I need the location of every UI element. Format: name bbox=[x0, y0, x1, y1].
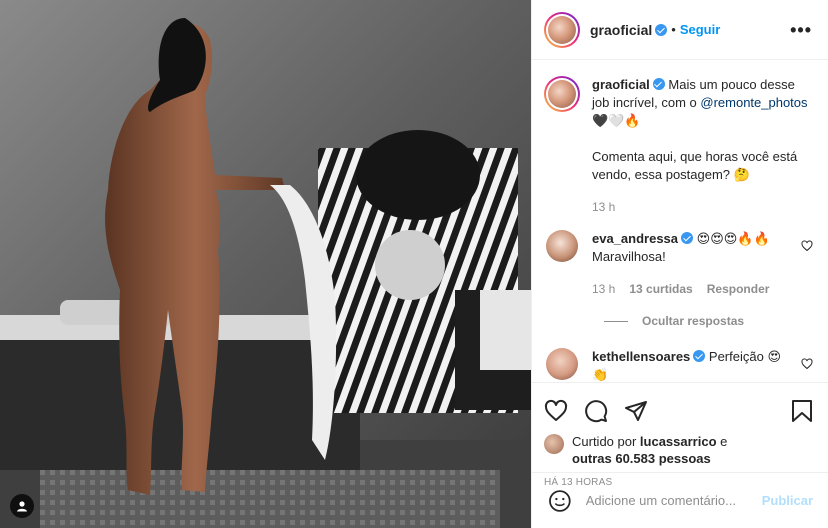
comment-text: 😍😍😍🔥🔥 bbox=[696, 231, 770, 246]
hide-replies-line bbox=[604, 320, 628, 322]
comment-text-line2: Maravilhosa! bbox=[592, 249, 666, 264]
comment-item: kethellensoares Perfeição 😍 👏 bbox=[544, 348, 813, 382]
likes-prefix: Curtido por bbox=[572, 434, 640, 449]
comment-avatar[interactable] bbox=[546, 230, 578, 262]
save-button[interactable] bbox=[773, 391, 813, 431]
caption-avatar[interactable] bbox=[544, 76, 580, 112]
verified-icon bbox=[693, 350, 706, 362]
reply-button[interactable]: Responder bbox=[707, 280, 770, 298]
caption-emojis: 🖤🤍🔥 bbox=[592, 113, 641, 128]
likes-conjunction: e bbox=[716, 434, 728, 449]
verified-icon bbox=[652, 78, 665, 90]
comment-heart-icon[interactable] bbox=[801, 240, 813, 252]
caption-question: Comenta aqui, que horas você está vendo,… bbox=[592, 149, 798, 182]
likes-count[interactable]: outras 60.583 pessoas bbox=[572, 451, 711, 466]
share-icon bbox=[625, 401, 647, 421]
more-options-icon[interactable]: ••• bbox=[790, 21, 812, 39]
caption-time[interactable]: 13 h bbox=[592, 198, 615, 216]
likes-summary: Curtido por lucassarrico e outras 60.583… bbox=[544, 433, 813, 467]
author-avatar[interactable] bbox=[544, 11, 580, 48]
comment-username[interactable]: kethellensoares bbox=[592, 349, 690, 364]
caption: graoficial Mais um pouco desse job incrí… bbox=[544, 76, 813, 216]
follow-button[interactable]: Seguir bbox=[680, 22, 720, 37]
emoji-icon[interactable] bbox=[548, 489, 572, 513]
bookmark-icon bbox=[792, 400, 812, 422]
hide-replies-button[interactable]: Ocultar respostas bbox=[604, 314, 813, 328]
comment-text: Perfeição 😍 bbox=[708, 349, 781, 364]
comments-section[interactable]: graoficial Mais um pouco desse job incrí… bbox=[532, 60, 828, 382]
caption-username[interactable]: graoficial bbox=[592, 77, 650, 92]
tagged-users-icon[interactable] bbox=[10, 494, 34, 518]
hide-replies-label[interactable]: Ocultar respostas bbox=[642, 314, 744, 328]
comment-button[interactable] bbox=[584, 391, 624, 431]
comment-icon bbox=[585, 400, 608, 423]
comment-item: eva_andressa 😍😍😍🔥🔥 Maravilhosa! 13 h 13 … bbox=[544, 230, 813, 298]
comment-input[interactable] bbox=[585, 493, 762, 508]
post-sidebar: graoficial • Seguir ••• graoficial Mais … bbox=[531, 0, 828, 528]
comment-likes[interactable]: 13 curtidas bbox=[629, 280, 692, 298]
comment-username[interactable]: eva_andressa bbox=[592, 231, 678, 246]
comment-text-line2: 👏 bbox=[592, 367, 609, 382]
caption-mention-link[interactable]: @remonte_photos bbox=[700, 95, 807, 110]
add-comment-bar: Publicar bbox=[532, 472, 828, 528]
verified-icon bbox=[681, 232, 694, 244]
author-username[interactable]: graoficial bbox=[590, 22, 668, 38]
liker-avatar[interactable] bbox=[544, 434, 564, 454]
heart-icon bbox=[544, 399, 568, 421]
post-photo[interactable] bbox=[0, 0, 531, 528]
publish-button[interactable]: Publicar bbox=[762, 493, 813, 508]
post-header: graoficial • Seguir ••• bbox=[532, 0, 828, 60]
verified-icon bbox=[655, 23, 668, 36]
author-username-text[interactable]: graoficial bbox=[590, 22, 652, 38]
like-button[interactable] bbox=[544, 391, 584, 431]
post-photo-illustration bbox=[0, 0, 531, 528]
share-button[interactable] bbox=[624, 391, 664, 431]
header-separator: • bbox=[671, 22, 676, 37]
comment-avatar[interactable] bbox=[546, 348, 578, 380]
liker-username[interactable]: lucassarrico bbox=[640, 434, 717, 449]
comment-heart-icon[interactable] bbox=[801, 358, 813, 370]
user-tag-icon bbox=[17, 501, 27, 512]
comment-time[interactable]: 13 h bbox=[592, 280, 615, 298]
